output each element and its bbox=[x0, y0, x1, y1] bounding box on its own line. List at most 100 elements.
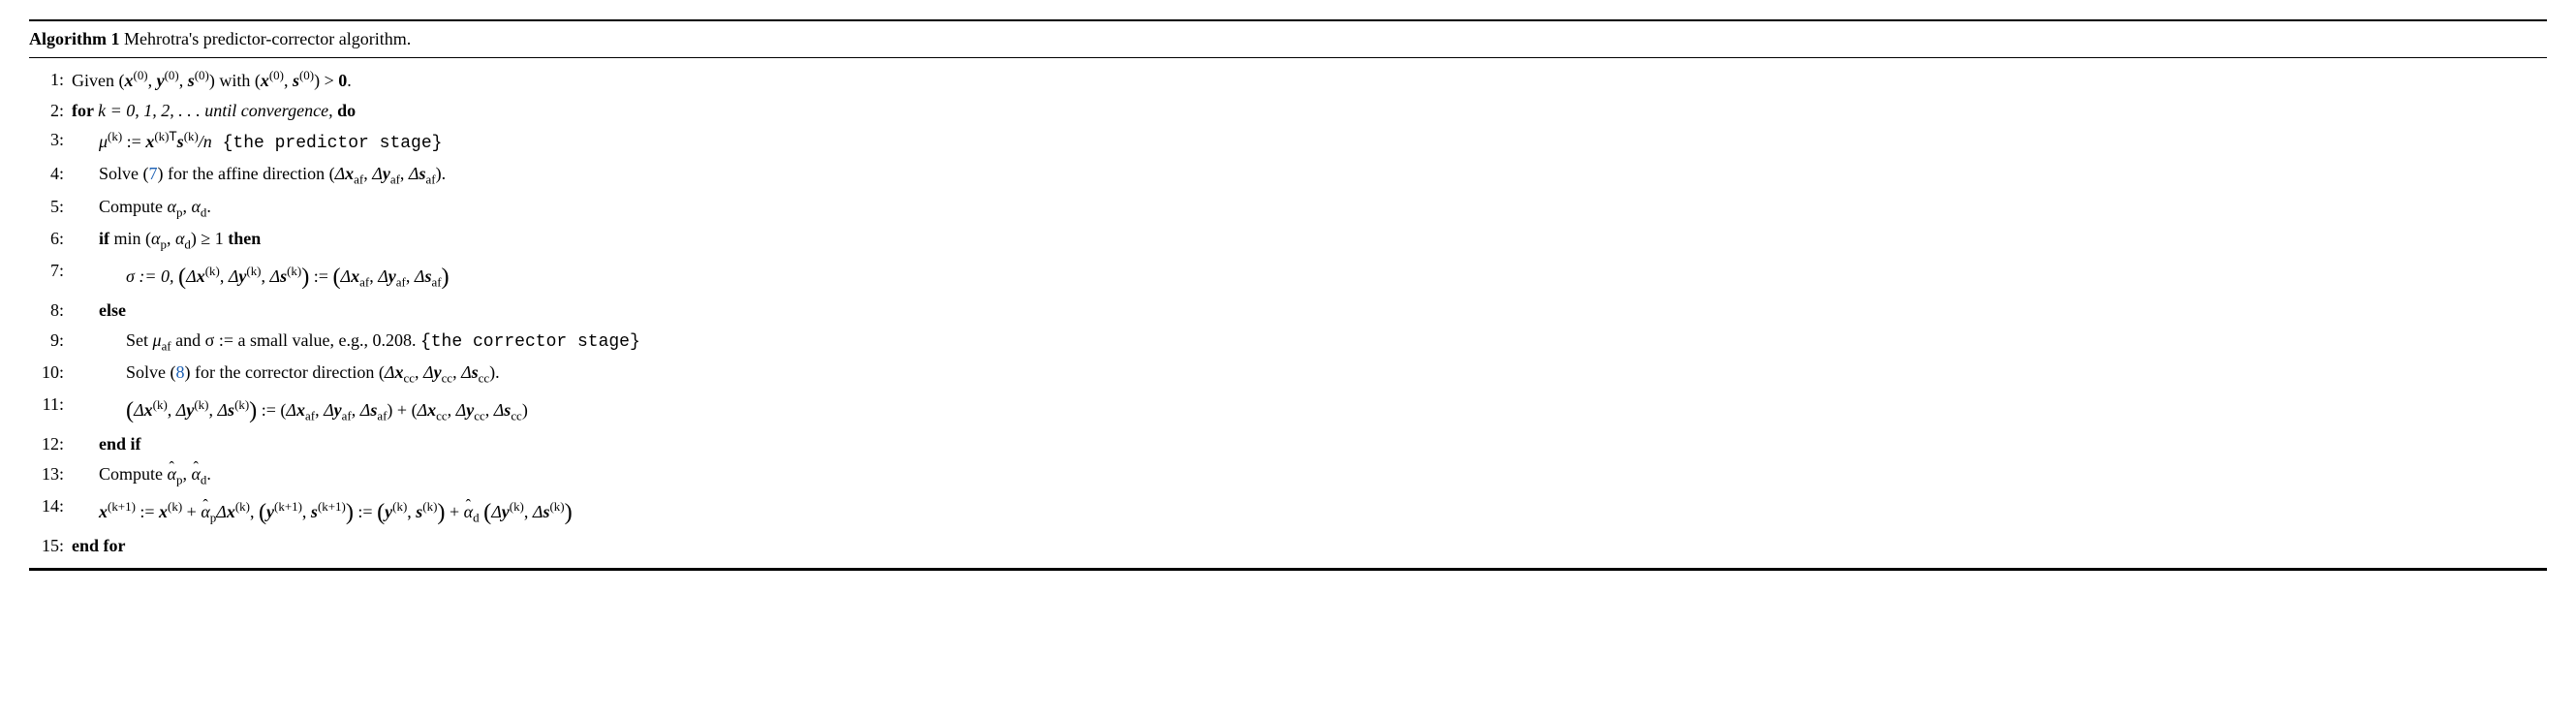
text: ). bbox=[436, 164, 447, 183]
alpha-hat: α bbox=[191, 464, 200, 484]
var-y: y bbox=[334, 400, 342, 420]
sup-k: (k) bbox=[422, 499, 437, 514]
div-n: /n bbox=[199, 132, 212, 151]
algorithm-title: Mehrotra's predictor-corrector algorithm… bbox=[124, 29, 411, 48]
assign: := bbox=[257, 400, 280, 420]
var-y: y bbox=[266, 502, 274, 521]
keyword-else: else bbox=[99, 300, 126, 320]
transpose: T bbox=[169, 129, 176, 143]
line-number: 15: bbox=[29, 532, 72, 560]
line-number: 3: bbox=[29, 126, 72, 154]
delta: Δ bbox=[335, 164, 346, 183]
delta: Δ bbox=[378, 266, 388, 286]
delta: Δ bbox=[533, 502, 543, 521]
zero: 0 bbox=[338, 71, 347, 90]
text: Given bbox=[72, 71, 119, 90]
keyword-endfor: end for bbox=[72, 536, 126, 555]
algo-line: 14: x(k+1) := x(k) + αpΔx(k), (y(k+1), s… bbox=[29, 492, 2547, 530]
var-x: x bbox=[145, 132, 154, 151]
sub-af: af bbox=[359, 275, 369, 290]
algo-line: 4: Solve (7) for the affine direction (Δ… bbox=[29, 160, 2547, 190]
algorithm-label: Algorithm bbox=[29, 29, 107, 48]
line-number: 4: bbox=[29, 160, 72, 188]
var-y: y bbox=[385, 502, 392, 521]
keyword-for: for bbox=[72, 101, 98, 120]
sub-af: af bbox=[431, 275, 441, 290]
assign: := bbox=[136, 502, 159, 521]
text: ) ≥ 1 bbox=[191, 229, 228, 248]
algo-line: 13: Compute αp, αd. bbox=[29, 460, 2547, 490]
delta: Δ bbox=[217, 400, 228, 420]
sup-k1: (k+1) bbox=[108, 499, 136, 514]
sup-k: (k) bbox=[510, 499, 524, 514]
var-s: s bbox=[419, 164, 425, 183]
keyword-if: if bbox=[99, 229, 114, 248]
alpha-hat: α bbox=[464, 502, 473, 521]
delta: Δ bbox=[186, 266, 197, 286]
sub-d: d bbox=[473, 511, 479, 525]
keyword-do: do bbox=[333, 101, 357, 120]
text: Compute bbox=[99, 464, 168, 484]
text: ( bbox=[141, 229, 152, 248]
delta: Δ bbox=[409, 164, 419, 183]
sup-0: (0) bbox=[269, 68, 284, 82]
var-x: x bbox=[296, 400, 305, 420]
delta: Δ bbox=[216, 502, 227, 521]
ref-link-8[interactable]: 8 bbox=[176, 362, 185, 382]
line-number: 10: bbox=[29, 359, 72, 387]
line-content: end if bbox=[72, 430, 2547, 458]
line-content: μ(k) := x(k)Ts(k)/n {the predictor stage… bbox=[72, 126, 2547, 158]
delta: Δ bbox=[176, 400, 187, 420]
sub-af: af bbox=[426, 172, 436, 187]
sup-k: (k) bbox=[194, 397, 208, 412]
line-number: 11: bbox=[29, 391, 72, 419]
comma: , bbox=[250, 502, 259, 521]
sup-0: (0) bbox=[299, 68, 314, 82]
var-x: x bbox=[227, 502, 235, 521]
delta: Δ bbox=[270, 266, 281, 286]
text: and σ := a small value, e.g., 0.208. bbox=[171, 330, 420, 350]
ref-link-7[interactable]: 7 bbox=[149, 164, 158, 183]
sub-cc: cc bbox=[403, 371, 415, 386]
var-y: y bbox=[502, 502, 510, 521]
line-content: σ := 0, (Δx(k), Δy(k), Δs(k)) := (Δxaf, … bbox=[72, 257, 2547, 295]
plus: + bbox=[182, 502, 201, 521]
line-content: Given (x(0), y(0), s(0)) with (x(0), s(0… bbox=[72, 66, 2547, 95]
line-content: (Δx(k), Δy(k), Δs(k)) := (Δxaf, Δyaf, Δs… bbox=[72, 391, 2547, 428]
sup-k: (k) bbox=[287, 264, 301, 278]
alpha: α bbox=[175, 229, 184, 248]
sub-cc: cc bbox=[442, 371, 453, 386]
sup-k: (k) bbox=[108, 129, 122, 143]
algo-line: 10: Solve (8) for the corrector directio… bbox=[29, 359, 2547, 389]
sup-k: (k) bbox=[184, 129, 199, 143]
sub-af: af bbox=[390, 172, 400, 187]
dot: . bbox=[206, 464, 211, 484]
var-y: y bbox=[388, 266, 396, 286]
line-number: 6: bbox=[29, 225, 72, 253]
delta: Δ bbox=[372, 164, 383, 183]
line-number: 13: bbox=[29, 460, 72, 488]
delta: Δ bbox=[385, 362, 395, 382]
sup-k: (k) bbox=[168, 499, 182, 514]
text: > bbox=[320, 71, 338, 90]
sup-k: (k) bbox=[392, 499, 407, 514]
text: ). bbox=[489, 362, 500, 382]
sup-k: (k) bbox=[235, 499, 250, 514]
var-x: x bbox=[144, 400, 153, 420]
line-content: Set μaf and σ := a small value, e.g., 0.… bbox=[72, 327, 2547, 357]
delta: Δ bbox=[229, 266, 239, 286]
line-content: Solve (7) for the affine direction (Δxaf… bbox=[72, 160, 2547, 190]
mu: μ bbox=[153, 330, 162, 350]
var-s: s bbox=[311, 502, 318, 521]
var-x: x bbox=[261, 71, 269, 90]
var-x: x bbox=[125, 71, 134, 90]
algo-line: 11: (Δx(k), Δy(k), Δs(k)) := (Δxaf, Δyaf… bbox=[29, 391, 2547, 428]
line-content: if min (αp, αd) ≥ 1 then bbox=[72, 225, 2547, 255]
var-y: y bbox=[383, 164, 390, 183]
sub-cc: cc bbox=[474, 409, 485, 423]
sup-k: (k) bbox=[205, 264, 220, 278]
line-number: 1: bbox=[29, 66, 72, 94]
text: ) for the corrector direction ( bbox=[185, 362, 385, 382]
var-x: x bbox=[427, 400, 436, 420]
sub-af: af bbox=[162, 338, 171, 353]
